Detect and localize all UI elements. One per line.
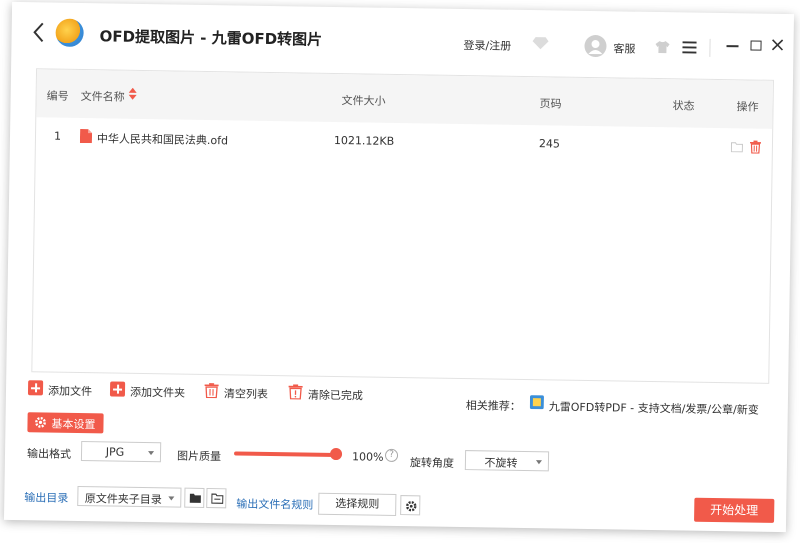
menu-icon[interactable]: [681, 40, 697, 54]
folder-open-icon: [211, 493, 224, 504]
col-size: 文件大小: [341, 94, 386, 108]
recommend-label: 相关推荐：: [465, 399, 521, 413]
row-file-size: 1021.12KB: [333, 133, 395, 148]
maximize-icon[interactable]: [750, 40, 762, 51]
chevron-down-icon: [148, 451, 155, 456]
open-output-folder-button[interactable]: [206, 488, 227, 509]
trash-icon: [288, 384, 303, 400]
plus-folder-icon: [109, 381, 126, 397]
image-quality-value: 100%: [351, 450, 384, 464]
ofd-file-icon: [79, 128, 93, 144]
customer-service-link[interactable]: 客服: [613, 40, 635, 56]
col-ops: 操作: [736, 100, 759, 114]
app-logo-icon: [55, 18, 84, 48]
gear-icon: [35, 416, 46, 428]
rule-settings-button[interactable]: [400, 495, 421, 516]
add-folder-button[interactable]: 添加文件夹: [109, 381, 195, 400]
open-folder-icon[interactable]: [730, 141, 743, 153]
vip-diamond-icon[interactable]: [532, 36, 549, 50]
clear-done-label: 清除已完成: [307, 388, 364, 403]
output-format-select[interactable]: JPG: [80, 441, 162, 463]
add-file-button[interactable]: 添加文件: [27, 380, 103, 399]
add-folder-label: 添加文件夹: [129, 385, 186, 400]
chevron-down-icon: [535, 460, 542, 465]
browse-folder-button[interactable]: [184, 487, 205, 508]
chevron-down-icon: [168, 496, 175, 501]
name-rule-label: 输出文件名规则: [236, 497, 314, 512]
output-dir-value: 原文件夹子目录: [84, 492, 162, 507]
login-register-link[interactable]: 登录/注册: [463, 37, 511, 54]
app-window: OFD提取图片 - 九雷OFD转图片 登录/注册 客服 编号 文件名称 文件大小…: [3, 1, 795, 533]
title-separator: [709, 38, 711, 57]
choose-rule-button[interactable]: 选择规则: [318, 492, 397, 516]
output-dir-label: 输出目录: [24, 491, 69, 505]
folder-icon: [189, 493, 201, 503]
output-dir-select[interactable]: 原文件夹子目录: [77, 485, 182, 508]
skin-shirt-icon[interactable]: [654, 40, 670, 54]
plus-icon: [27, 380, 44, 396]
col-name: 文件名称: [80, 89, 125, 104]
col-index: 编号: [46, 89, 69, 103]
row-index: 1: [53, 129, 62, 143]
delete-row-icon[interactable]: [749, 140, 762, 154]
close-icon[interactable]: [770, 38, 784, 52]
row-file-name: 中华人民共和国民法典.ofd: [96, 132, 229, 148]
image-quality-slider[interactable]: [234, 451, 339, 458]
image-quality-slider-handle[interactable]: [329, 447, 343, 461]
add-file-label: 添加文件: [47, 384, 93, 399]
col-status: 状态: [672, 99, 695, 113]
recommend-link[interactable]: 九雷OFD转PDF - 支持文档/发票/公章/新变: [549, 398, 759, 417]
col-pages: 页码: [539, 97, 562, 111]
title-bar: OFD提取图片 - 九雷OFD转图片 登录/注册 客服: [11, 2, 794, 74]
trash-icon: [204, 383, 219, 399]
image-quality-label: 图片质量: [176, 449, 222, 464]
avatar-icon: [588, 40, 603, 55]
back-arrow-icon[interactable]: [29, 20, 47, 44]
app-title: OFD提取图片 - 九雷OFD转图片: [99, 27, 323, 49]
table-header: 编号 文件名称 文件大小 页码 状态 操作: [36, 69, 773, 129]
file-table: 编号 文件名称 文件大小 页码 状态 操作 1 中华人民共和国民法典.ofd 1…: [31, 68, 774, 384]
clear-done-button[interactable]: 清除已完成: [288, 384, 370, 403]
avatar[interactable]: [584, 34, 607, 58]
help-icon[interactable]: ?: [384, 448, 399, 463]
basic-settings-label: 基本设置: [51, 417, 96, 432]
clear-list-button[interactable]: 清空列表: [204, 383, 279, 402]
rotate-angle-label: 旋转角度: [409, 456, 455, 470]
basic-settings-tab[interactable]: 基本设置: [27, 412, 104, 434]
sort-icon[interactable]: [128, 87, 137, 100]
gear-icon: [406, 501, 417, 512]
start-process-button[interactable]: 开始处理: [694, 497, 775, 523]
minimize-icon[interactable]: [726, 45, 739, 48]
rotate-angle-select[interactable]: 不旋转: [464, 450, 550, 472]
output-format-label: 输出格式: [26, 447, 72, 461]
clear-list-label: 清空列表: [223, 387, 269, 401]
row-pages: 245: [538, 137, 561, 151]
ofd-to-pdf-app-icon: [529, 395, 544, 410]
